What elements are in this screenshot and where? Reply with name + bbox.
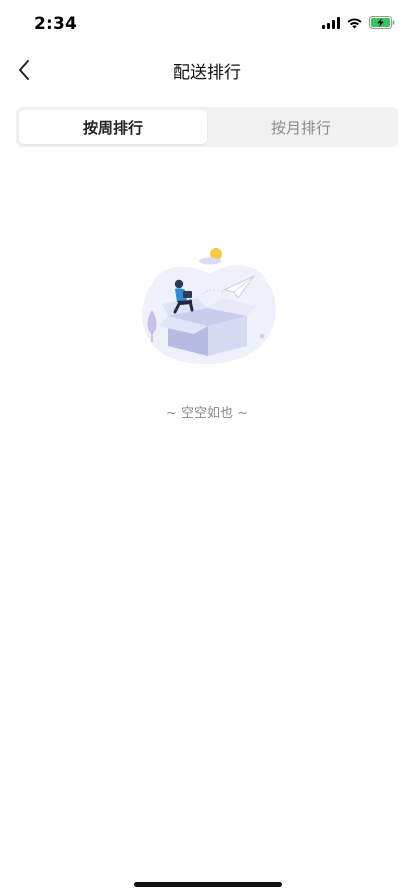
tab-weekly-ranking[interactable]: 按周排行 bbox=[19, 110, 207, 144]
tab-monthly-ranking[interactable]: 按月排行 bbox=[207, 110, 395, 144]
status-time: 2:34 bbox=[34, 14, 78, 34]
battery-charging-icon bbox=[369, 16, 395, 29]
ranking-period-tabs: 按周排行 按月排行 bbox=[16, 107, 398, 147]
wifi-icon bbox=[347, 17, 362, 28]
cellular-signal-icon bbox=[322, 16, 340, 29]
page-title: 配送排行 bbox=[173, 63, 241, 83]
status-icons bbox=[322, 16, 396, 29]
home-indicator bbox=[134, 882, 282, 887]
navigation-bar: 配送排行 bbox=[0, 48, 414, 92]
empty-state-text: ~ 空空如也 ~ bbox=[165, 406, 249, 421]
empty-box-illustration bbox=[142, 248, 276, 365]
status-bar: 2:34 bbox=[0, 0, 414, 48]
screen: 2:34 配送排行 按周排行 按月排行 ~ 空空如也 ~ bbox=[0, 0, 414, 896]
